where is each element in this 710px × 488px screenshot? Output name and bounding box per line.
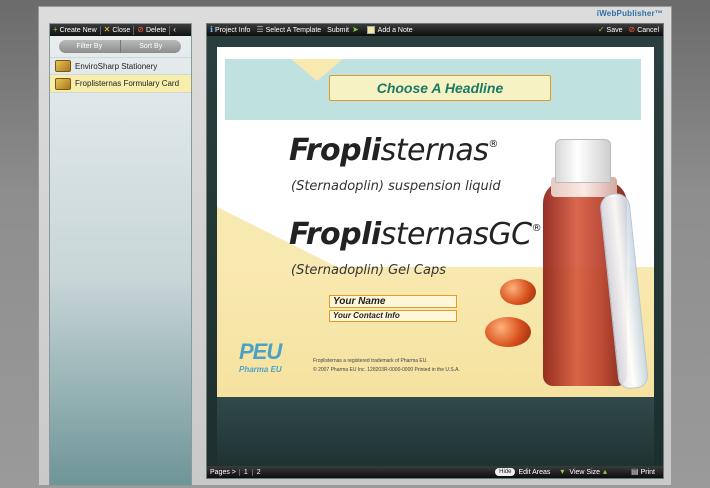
save-button[interactable]: ✓ Save — [598, 26, 623, 34]
delete-icon: ⊘ — [137, 25, 144, 34]
add-note-button[interactable]: Add a Note — [366, 26, 413, 34]
folder-icon — [55, 60, 71, 72]
cancel-icon: ⊘ — [628, 25, 636, 34]
toolbar-divider — [133, 25, 135, 35]
project-item-froplisternas[interactable]: Froplisternas Formulary Card — [50, 75, 191, 93]
app-window: iWebPublisher™ + Create New ✕ Close ⊘ De… — [38, 6, 672, 486]
drug-sub-1: (Sternadoplin) suspension liquid — [291, 179, 501, 194]
chevron-left-icon: ‹ — [173, 25, 176, 34]
save-label: Save — [606, 26, 623, 34]
headline-field[interactable]: Choose A Headline — [329, 75, 551, 101]
create-new-button[interactable]: + Create New — [53, 26, 97, 34]
toolbar-divider — [99, 25, 101, 35]
view-controls: Hide Edit Areas ▾ View Size ▴ ▤ Print — [495, 468, 663, 476]
toolbar-divider — [169, 25, 171, 35]
plus-icon: + — [53, 25, 58, 34]
create-new-label: Create New — [59, 26, 97, 34]
document-canvas: Choose A Headline Froplisternas® (Sterna… — [217, 47, 654, 397]
view-size-label: View Size — [569, 468, 601, 476]
save-cancel-group: ✓ Save ⊘ Cancel — [598, 24, 659, 36]
pages-label: Pages > — [210, 468, 236, 476]
filter-sort-control: Filter By Sort By — [59, 40, 181, 53]
company-logo: PEU — [239, 339, 282, 364]
cancel-button[interactable]: ⊘ Cancel — [629, 26, 660, 34]
project-panel: + Create New ✕ Close ⊘ Delete ‹ Filter B… — [49, 23, 192, 486]
drug-name-1-light: sternas — [380, 133, 489, 168]
project-info-label: Project Info — [215, 26, 251, 34]
cancel-label: Cancel — [637, 26, 659, 34]
trademark-note: Froplisternas a registered trademark of … — [313, 358, 428, 364]
delete-label: Delete — [145, 26, 167, 34]
chevron-up-icon[interactable]: ▴ — [603, 468, 607, 476]
print-label: Print — [640, 468, 655, 476]
printer-icon: ▤ — [631, 467, 639, 476]
project-item-label: Froplisternas Formulary Card — [75, 79, 180, 88]
edit-areas-label: Edit Areas — [518, 468, 551, 476]
drug-sub-2: (Sternadoplin) Gel Caps — [291, 263, 446, 278]
gel-cap-image — [500, 279, 536, 305]
page-2-link[interactable]: 2 — [251, 468, 265, 476]
registered-mark: ® — [531, 223, 542, 234]
editor-panel: ℹ Project Info ☰ Select A Template Submi… — [206, 23, 664, 479]
project-item-label: EnviroSharp Stationery — [75, 61, 158, 71]
template-list-icon: ☰ — [256, 25, 264, 34]
project-info-button[interactable]: ℹ Project Info — [210, 26, 250, 34]
drug-name-2-light: sternasGC — [380, 217, 532, 252]
drug-name-2-bold: Fropli — [289, 217, 381, 252]
gel-cap-image — [485, 317, 531, 347]
drug-name-2: FroplisternasGC® — [289, 217, 542, 252]
close-icon: ✕ — [103, 25, 111, 34]
chevron-down-icon[interactable]: ▾ — [560, 468, 564, 476]
drug-name-1: Froplisternas® — [289, 133, 498, 168]
select-template-label: Select A Template — [265, 26, 322, 34]
close-button[interactable]: ✕ Close — [104, 26, 131, 34]
brand-label: iWebPublisher™ — [596, 9, 663, 18]
note-icon — [366, 26, 375, 34]
collapse-panel-button[interactable]: ‹ — [173, 26, 178, 34]
company-logo-sub: Pharma EU — [239, 365, 282, 374]
your-name-field[interactable]: Your Name — [329, 295, 457, 308]
close-label: Close — [112, 26, 131, 34]
drug-name-1-bold: Fropli — [289, 133, 381, 168]
page-nav-bar: Pages > 1 2 Hide Edit Areas ▾ View Size … — [207, 466, 663, 478]
editor-toolbar: ℹ Project Info ☰ Select A Template Submi… — [207, 24, 663, 36]
folder-icon — [55, 77, 71, 90]
submit-label: Submit — [327, 26, 349, 34]
delete-button[interactable]: ⊘ Delete — [137, 26, 166, 34]
copyright-note: © 2007 Pharma EU Inc. 128203R-0000-0000 … — [313, 367, 460, 373]
hide-edit-areas-toggle[interactable]: Hide — [495, 468, 516, 476]
add-note-label: Add a Note — [377, 26, 413, 34]
bottle-cap-image — [555, 139, 611, 183]
project-item-envirosharp[interactable]: EnviroSharp Stationery — [50, 57, 191, 75]
filter-by-button[interactable]: Filter By — [59, 40, 120, 53]
arrow-right-icon: ➤ — [351, 25, 359, 34]
registered-mark: ® — [488, 139, 498, 150]
check-icon: ✓ — [597, 25, 605, 34]
sort-by-button[interactable]: Sort By — [119, 40, 182, 53]
page-1-link[interactable]: 1 — [238, 468, 252, 476]
submit-button[interactable]: Submit ➤ — [327, 26, 361, 34]
canvas-backdrop — [217, 397, 654, 467]
print-button[interactable]: ▤ Print — [631, 468, 655, 476]
project-toolbar: + Create New ✕ Close ⊘ Delete ‹ — [50, 24, 191, 36]
info-icon: ℹ — [210, 25, 214, 34]
contact-info-field[interactable]: Your Contact Info — [329, 310, 457, 322]
select-template-button[interactable]: ☰ Select A Template — [256, 26, 321, 34]
